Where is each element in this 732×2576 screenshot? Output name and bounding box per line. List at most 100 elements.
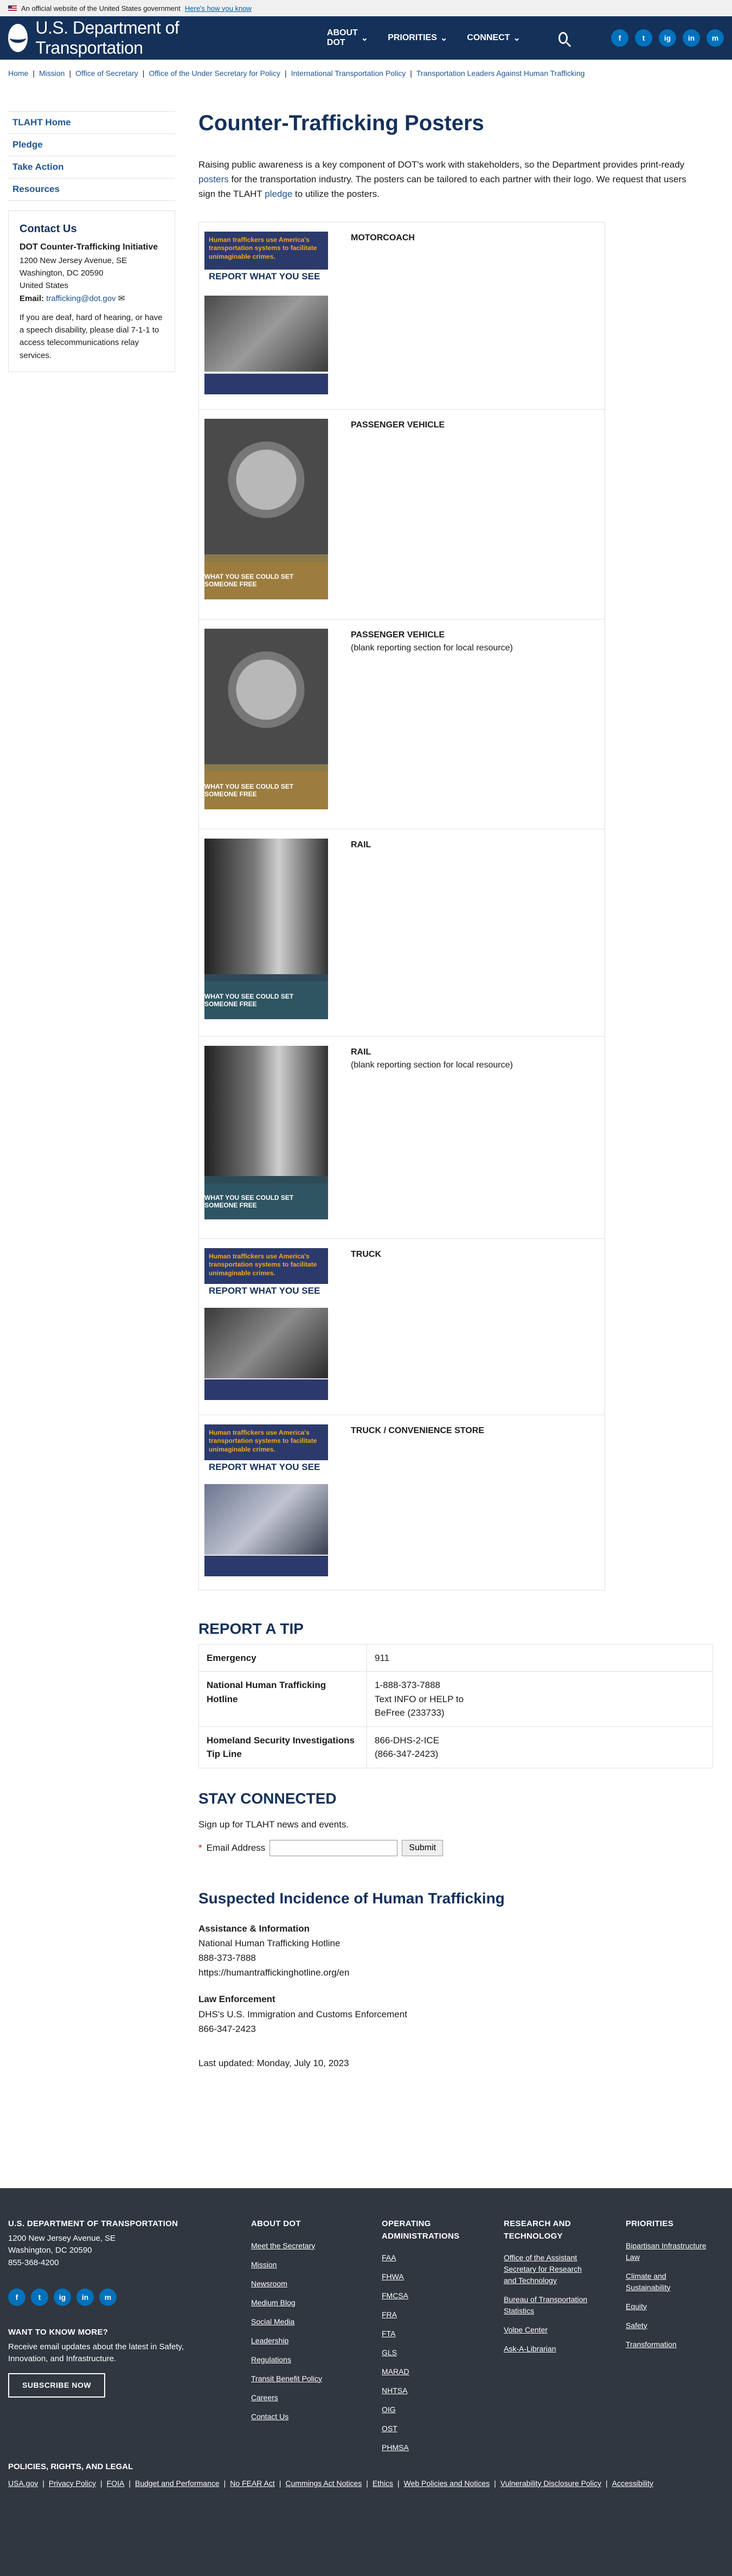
sidebar-item-resources[interactable]: Resources (8, 178, 175, 201)
footer-link[interactable]: Leadership (251, 2335, 382, 2347)
footer-link[interactable]: Volpe Center (504, 2324, 626, 2336)
footer-link[interactable]: Contact Us (251, 2411, 382, 2422)
instagram-icon[interactable]: ig (659, 29, 676, 47)
poster-label: MOTORCOACH (351, 233, 415, 242)
contact-address-1: 1200 New Jersey Avenue, SE (20, 255, 127, 265)
footer-link[interactable]: Meet the Secretary (251, 2240, 382, 2252)
footer-link[interactable]: Regulations (251, 2354, 382, 2366)
medium-icon[interactable]: m (99, 2289, 117, 2306)
legal-link[interactable]: Cummings Act Notices (285, 2479, 362, 2488)
breadcrumb-office-secretary[interactable]: Office of Secretary (75, 69, 138, 78)
legal-link[interactable]: Privacy Policy (49, 2479, 96, 2488)
breadcrumb-intl-policy[interactable]: International Transportation Policy (291, 69, 406, 78)
poster-rail-blank[interactable]: WHAT YOU SEE COULD SET SOMEONE FREE (204, 1045, 328, 1219)
footer-link[interactable]: Equity (626, 2301, 712, 2312)
poster-passenger-vehicle-blank[interactable]: WHAT YOU SEE COULD SET SOMEONE FREE (204, 628, 328, 809)
footer-link[interactable]: Ask-A-Librarian (504, 2343, 626, 2355)
heres-how-link[interactable]: Here's how you know (185, 4, 252, 12)
sidebar-item-pledge[interactable]: Pledge (8, 134, 175, 156)
twitter-icon[interactable]: t (635, 29, 652, 47)
footer-link[interactable]: Careers (251, 2392, 382, 2404)
footer-about: ABOUT DOT Meet the Secretary Mission New… (251, 2218, 382, 2461)
poster-truck-convenience-store[interactable]: Human traffickers use America's transpor… (204, 1424, 328, 1576)
breadcrumb-separator: | (284, 69, 287, 78)
footer-link[interactable]: Bureau of Transportation Statistics (504, 2294, 596, 2317)
footer-link[interactable]: FAA (382, 2252, 504, 2264)
legal-link[interactable]: Web Policies and Notices (404, 2479, 490, 2488)
footer-link[interactable]: MARAD (382, 2366, 504, 2377)
gov-banner: An official website of the United States… (0, 0, 732, 16)
search-icon[interactable] (558, 32, 568, 44)
sidebar-item-take-action[interactable]: Take Action (8, 156, 175, 178)
medium-icon[interactable]: m (707, 29, 724, 47)
poster-motorcoach[interactable]: Human traffickers use America's transpor… (204, 231, 328, 394)
footer-link[interactable]: Social Media (251, 2316, 382, 2328)
subscribe-button[interactable]: SUBSCRIBE NOW (8, 2373, 106, 2398)
footer-link[interactable]: Bipartisan Infrastructure Law (626, 2240, 712, 2263)
legal-link[interactable]: USA.gov (8, 2479, 38, 2488)
footer-link[interactable]: OST (382, 2423, 504, 2434)
email-field[interactable] (269, 1839, 398, 1856)
footer-link[interactable]: Medium Blog (251, 2297, 382, 2309)
suspected-assistance: Assistance & Information National Human … (198, 1921, 713, 1980)
sidebar-item-tlaht-home[interactable]: TLAHT Home (8, 112, 175, 134)
nav-priorities[interactable]: PRIORITIES ⌄ (388, 28, 447, 48)
legal-link[interactable]: Budget and Performance (135, 2479, 220, 2488)
chevron-down-icon: ⌄ (440, 34, 448, 43)
breadcrumb-mission[interactable]: Mission (39, 69, 65, 78)
footer-link[interactable]: NHTSA (382, 2385, 504, 2396)
footer-link[interactable]: OIG (382, 2404, 504, 2415)
header-social: f t ig in m (611, 29, 724, 47)
footer-link[interactable]: Safety (626, 2320, 712, 2331)
footer-link[interactable]: FRA (382, 2309, 504, 2321)
nav-about-dot[interactable]: ABOUT DOT ⌄ (327, 28, 368, 48)
poster-rail[interactable]: WHAT YOU SEE COULD SET SOMEONE FREE (204, 838, 328, 1019)
footer-link[interactable]: PHMSA (382, 2442, 504, 2453)
submit-button[interactable]: Submit (402, 1839, 444, 1856)
linkedin-icon[interactable]: in (683, 29, 700, 47)
poster-row: WHAT YOU SEE COULD SET SOMEONE FREE RAIL… (199, 1037, 605, 1239)
footer-link[interactable]: Office of the Assistant Secretary for Re… (504, 2252, 596, 2286)
contact-email-link[interactable]: trafficking@dot.gov (46, 294, 115, 303)
want-title: WANT TO KNOW MORE? (8, 2328, 108, 2337)
breadcrumb-home[interactable]: Home (8, 69, 28, 78)
footer-link[interactable]: Climate and Sustainability (626, 2271, 712, 2293)
legal-link[interactable]: No FEAR Act (230, 2479, 274, 2488)
poster-headline: Human traffickers use America's transpor… (204, 1424, 328, 1460)
poster-footer: WHAT YOU SEE COULD SET SOMEONE FREE (204, 771, 328, 809)
footer-link[interactable]: Transformation (626, 2339, 712, 2350)
poster-photo (204, 628, 328, 764)
poster-row: Human traffickers use America's transpor… (199, 1239, 605, 1415)
poster-photo (204, 1307, 328, 1378)
footer-link[interactable]: FMCSA (382, 2290, 504, 2302)
pledge-link[interactable]: pledge (265, 189, 292, 199)
footer-link[interactable]: Mission (251, 2259, 382, 2271)
linkedin-icon[interactable]: in (76, 2289, 94, 2306)
footer-link[interactable]: Newsroom (251, 2278, 382, 2290)
footer-link[interactable]: FTA (382, 2328, 504, 2340)
footer-phone: 855-368-4200 (8, 2258, 59, 2267)
facebook-icon[interactable]: f (611, 29, 628, 47)
footer-link[interactable]: FHWA (382, 2271, 504, 2283)
poster-truck[interactable]: Human traffickers use America's transpor… (204, 1248, 328, 1400)
site-name[interactable]: U.S. Department of Transportation (35, 18, 214, 58)
posters-link[interactable]: posters (198, 174, 229, 184)
poster-row: Human traffickers use America's transpor… (199, 1415, 605, 1590)
breadcrumb-under-secretary[interactable]: Office of the Under Secretary for Policy (149, 69, 280, 78)
instagram-icon[interactable]: ig (54, 2289, 71, 2306)
dot-logo-icon[interactable] (8, 24, 28, 52)
legal-link[interactable]: Ethics (373, 2479, 393, 2488)
legal-link[interactable]: Vulnerability Disclosure Policy (500, 2479, 601, 2488)
twitter-icon[interactable]: t (31, 2289, 48, 2306)
nav-connect[interactable]: CONNECT ⌄ (467, 28, 521, 48)
legal-link[interactable]: Accessibility (612, 2479, 653, 2488)
table-row: National Human Trafficking Hotline 1-888… (198, 1671, 713, 1727)
facebook-icon[interactable]: f (8, 2289, 25, 2306)
breadcrumb-tlaht[interactable]: Transportation Leaders Against Human Tra… (416, 69, 585, 78)
poster-passenger-vehicle[interactable]: WHAT YOU SEE COULD SET SOMEONE FREE (204, 418, 328, 599)
footer-link[interactable]: GLS (382, 2347, 504, 2358)
contact-relay-note: If you are deaf, hard of hearing, or hav… (20, 312, 163, 360)
legal-link[interactable]: FOIA (107, 2479, 125, 2488)
poster-photo (204, 295, 328, 372)
footer-link[interactable]: Transit Benefit Policy (251, 2373, 382, 2385)
